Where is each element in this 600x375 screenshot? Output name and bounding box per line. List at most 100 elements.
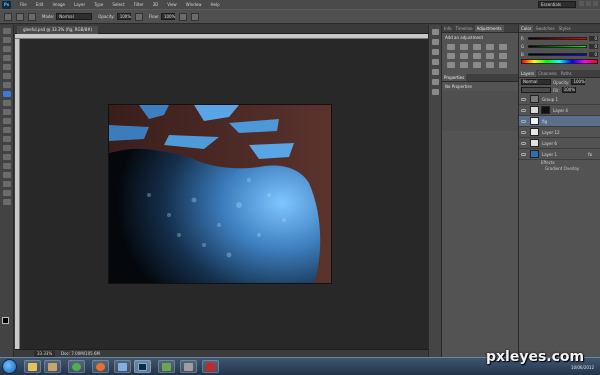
mode-select[interactable]: Normal bbox=[56, 13, 93, 20]
visibility-eye-icon[interactable] bbox=[521, 130, 526, 134]
quick-select-tool-icon[interactable] bbox=[2, 55, 11, 61]
horizontal-ruler[interactable] bbox=[15, 34, 428, 39]
posterize-icon[interactable] bbox=[460, 62, 468, 68]
tab-properties[interactable]: Properties bbox=[442, 74, 467, 81]
close-icon[interactable] bbox=[593, 1, 598, 6]
path-select-tool-icon[interactable] bbox=[2, 172, 11, 178]
layer-row-fig[interactable]: fig bbox=[519, 116, 600, 127]
exposure-icon[interactable] bbox=[486, 44, 494, 50]
tab-color[interactable]: Color bbox=[519, 25, 534, 32]
fx-badge[interactable]: fx bbox=[588, 152, 592, 157]
menu-file[interactable]: File bbox=[20, 2, 27, 7]
layer-row-group-1[interactable]: Group 1 bbox=[519, 94, 600, 105]
info-icon[interactable] bbox=[431, 89, 439, 95]
brightness-contrast-icon[interactable] bbox=[447, 44, 455, 50]
vibrance-icon[interactable] bbox=[499, 44, 507, 50]
brush-preset-icon[interactable] bbox=[16, 12, 24, 21]
vertical-ruler[interactable] bbox=[15, 39, 20, 349]
eraser-tool-icon[interactable] bbox=[2, 118, 11, 124]
invert-icon[interactable] bbox=[447, 62, 455, 68]
marquee-tool-icon[interactable] bbox=[2, 37, 11, 43]
menu-image[interactable]: Image bbox=[52, 2, 65, 7]
menu-help[interactable]: Help bbox=[210, 2, 219, 7]
menu-3d[interactable]: 3D bbox=[153, 2, 159, 7]
blend-mode-select[interactable]: Normal bbox=[521, 79, 551, 85]
layer-opacity-field[interactable]: 100% bbox=[571, 79, 586, 85]
foreground-color-swatch[interactable] bbox=[2, 317, 9, 324]
pressure-size-icon[interactable] bbox=[190, 12, 199, 21]
taskbar-explorer[interactable] bbox=[24, 360, 41, 373]
pen-tool-icon[interactable] bbox=[2, 154, 11, 160]
visibility-eye-icon[interactable] bbox=[521, 108, 526, 112]
fill-field[interactable]: 100% bbox=[561, 87, 576, 93]
crop-tool-icon[interactable] bbox=[2, 64, 11, 70]
visibility-eye-icon[interactable] bbox=[521, 97, 526, 101]
red-slider[interactable] bbox=[528, 36, 587, 40]
lasso-tool-icon[interactable] bbox=[2, 46, 11, 52]
visibility-eye-icon[interactable] bbox=[521, 119, 526, 123]
opacity-field[interactable]: 100% bbox=[116, 13, 131, 20]
tab-paths[interactable]: Paths bbox=[559, 70, 574, 77]
paragraph-icon[interactable] bbox=[431, 79, 439, 85]
threshold-icon[interactable] bbox=[473, 62, 481, 68]
brush-tool-icon[interactable] bbox=[2, 91, 11, 97]
selective-color-icon[interactable] bbox=[499, 62, 507, 68]
hand-tool-icon[interactable] bbox=[2, 190, 11, 196]
tab-layers[interactable]: Layers bbox=[519, 70, 537, 77]
document-canvas[interactable] bbox=[109, 105, 331, 283]
healing-tool-icon[interactable] bbox=[2, 82, 11, 88]
maximize-icon[interactable] bbox=[586, 1, 591, 6]
color-balance-icon[interactable] bbox=[460, 53, 468, 59]
red-value[interactable]: 0 bbox=[589, 35, 598, 41]
clone-source-icon[interactable] bbox=[431, 59, 439, 65]
channel-mixer-icon[interactable] bbox=[499, 53, 507, 59]
layer-row-layer-4[interactable]: Layer 4 bbox=[519, 105, 600, 116]
layer-row-layer-6[interactable]: Layer 6 bbox=[519, 138, 600, 149]
blur-tool-icon[interactable] bbox=[2, 136, 11, 142]
blue-value[interactable]: 0 bbox=[589, 51, 598, 57]
gradient-tool-icon[interactable] bbox=[2, 127, 11, 133]
photo-filter-icon[interactable] bbox=[486, 53, 494, 59]
layer-row-layer-12[interactable]: Layer 12 bbox=[519, 127, 600, 138]
minimize-icon[interactable] bbox=[579, 1, 584, 6]
blue-slider[interactable] bbox=[528, 52, 587, 56]
start-button-icon[interactable] bbox=[2, 359, 17, 374]
curves-icon[interactable] bbox=[473, 44, 481, 50]
green-value[interactable]: 0 bbox=[589, 43, 598, 49]
dodge-tool-icon[interactable] bbox=[2, 145, 11, 151]
brush-panel-icon[interactable] bbox=[431, 49, 439, 55]
menu-layer[interactable]: Layer bbox=[74, 2, 85, 7]
brush-panel-icon[interactable] bbox=[28, 12, 36, 21]
taskbar-photoshop[interactable] bbox=[134, 360, 151, 373]
pressure-opacity-icon[interactable] bbox=[134, 12, 143, 21]
flow-field[interactable]: 100% bbox=[160, 13, 175, 20]
zoom-tool-icon[interactable] bbox=[2, 199, 11, 205]
clone-stamp-tool-icon[interactable] bbox=[2, 100, 11, 106]
tab-swatches[interactable]: Swatches bbox=[533, 25, 556, 32]
black-white-icon[interactable] bbox=[473, 53, 481, 59]
tab-timeline[interactable]: Timeline bbox=[454, 25, 475, 32]
menu-view[interactable]: View bbox=[167, 2, 177, 7]
type-tool-icon[interactable] bbox=[2, 163, 11, 169]
taskbar-pdf[interactable] bbox=[202, 360, 219, 373]
history-icon[interactable] bbox=[431, 29, 439, 35]
lock-options[interactable] bbox=[521, 87, 551, 93]
brush-tool-icon[interactable] bbox=[4, 12, 12, 21]
taskbar-firefox[interactable] bbox=[92, 360, 109, 373]
hue-saturation-icon[interactable] bbox=[447, 53, 455, 59]
document-tab[interactable]: gleeful.psd @ 33.3% (fig, RGB/8#) bbox=[17, 26, 99, 34]
visibility-eye-icon[interactable] bbox=[521, 141, 526, 145]
visibility-eye-icon[interactable] bbox=[521, 152, 526, 156]
airbrush-icon[interactable] bbox=[178, 12, 187, 21]
taskbar-app-green[interactable] bbox=[158, 360, 175, 373]
taskbar-app-gray[interactable] bbox=[180, 360, 197, 373]
gradient-map-icon[interactable] bbox=[486, 62, 494, 68]
green-slider[interactable] bbox=[528, 44, 587, 48]
menu-window[interactable]: Window bbox=[186, 2, 202, 7]
levels-icon[interactable] bbox=[460, 44, 468, 50]
tab-info[interactable]: Info bbox=[442, 25, 454, 32]
tab-adjustments[interactable]: Adjustments bbox=[474, 25, 504, 32]
taskbar-messenger[interactable] bbox=[114, 360, 131, 373]
history-brush-tool-icon[interactable] bbox=[2, 109, 11, 115]
menu-filter[interactable]: Filter bbox=[134, 2, 144, 7]
